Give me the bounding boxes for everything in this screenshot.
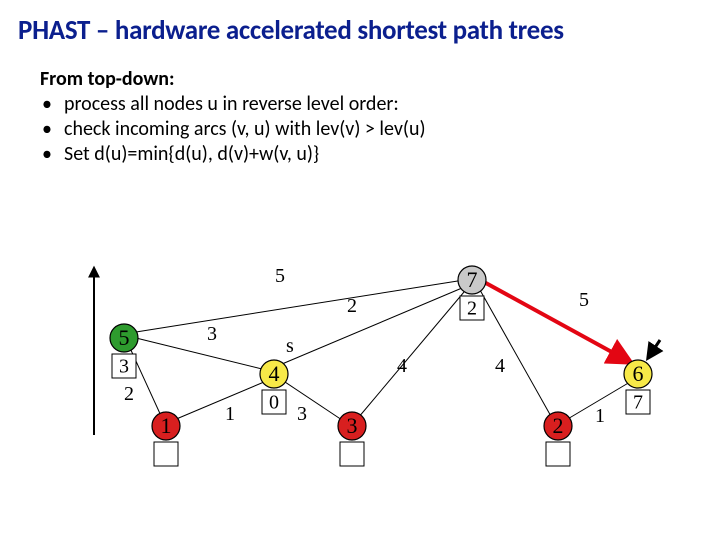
level-axis-label: level <box>72 356 77 395</box>
edge-7-2-label: 4 <box>495 355 505 377</box>
node-1-left-distbox <box>154 442 178 466</box>
edge-4-3-label: 3 <box>297 403 307 425</box>
edge-7-6-highlight <box>484 282 630 362</box>
node-5-label: 5 <box>119 325 130 350</box>
edge-5-7-label: 5 <box>275 265 285 287</box>
node-3-distbox <box>340 442 364 466</box>
body-text: From top-down: •process all nodes u in r… <box>0 47 720 167</box>
s-label: s <box>286 335 294 357</box>
edge-7-6-label: 5 <box>579 289 589 311</box>
node-1-left-label: 1 <box>161 413 172 438</box>
node-6-dist: 7 <box>633 392 643 414</box>
node-4-label: 4 <box>269 361 280 386</box>
topdown-heading: From top-down: <box>40 67 720 92</box>
bullet-1: •process all nodes u in reverse level or… <box>40 92 720 117</box>
pointer-to-6 <box>648 340 660 358</box>
node-6-label: 6 <box>633 361 644 386</box>
node-2-label: 2 <box>553 413 564 438</box>
edge-5-4-label: 3 <box>207 323 217 345</box>
node-2-distbox <box>546 442 570 466</box>
node-3-label: 3 <box>347 413 358 438</box>
edge-1a-4-label: 1 <box>225 403 235 425</box>
slide-title: PHAST – hardware accelerated shortest pa… <box>0 0 720 47</box>
node-7-label: 7 <box>467 267 478 292</box>
edge-4-7-label: 2 <box>347 295 357 317</box>
edge-2-6-label: 1 <box>595 405 605 427</box>
bullet-3: •Set d(u)=min{d(u), d(v)+w(v, u)} <box>40 142 720 167</box>
graph-diagram: level 5 3 2 1 2 3 4 4 5 1 s 5 3 1 4 0 3 <box>72 260 672 470</box>
node-5-dist: 3 <box>119 356 129 378</box>
edge-3-7-label: 4 <box>397 355 407 377</box>
node-4-dist: 0 <box>269 392 279 414</box>
edge-5-1a-label: 2 <box>124 383 134 405</box>
bullet-2: •check incoming arcs (v, u) with lev(v) … <box>40 117 720 142</box>
node-7-dist: 2 <box>467 298 477 320</box>
